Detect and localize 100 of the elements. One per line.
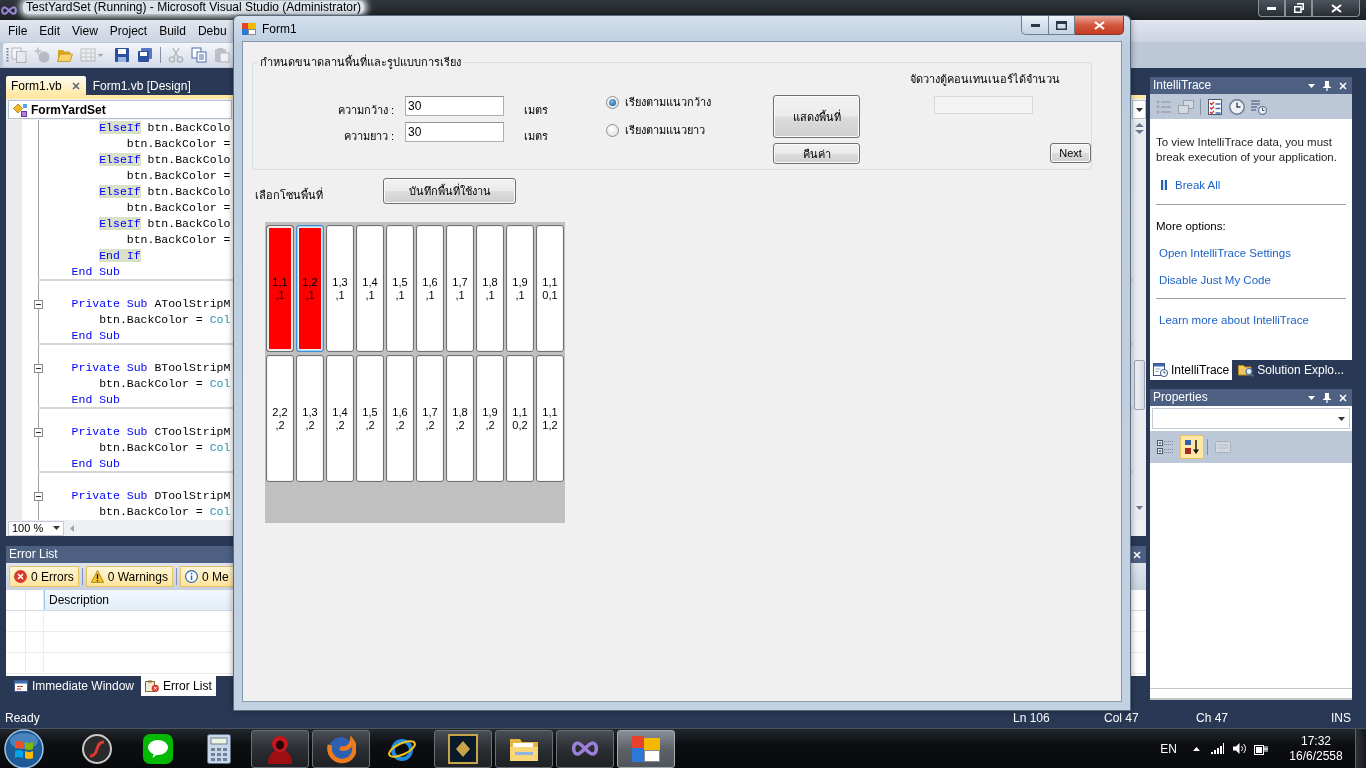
save-all-icon[interactable] bbox=[137, 47, 153, 63]
battery-plug-icon[interactable] bbox=[1254, 742, 1268, 755]
slot-button[interactable]: 1,5,1 bbox=[386, 225, 414, 352]
grip-icon[interactable] bbox=[6, 47, 9, 63]
column-header[interactable]: Description bbox=[44, 590, 232, 610]
panel-tab[interactable]: Solution Explo... bbox=[1235, 360, 1347, 380]
panel-tab[interactable]: Error List bbox=[141, 676, 216, 696]
filter-button[interactable]: 0 Errors bbox=[9, 566, 79, 587]
slot-button[interactable]: 1,6,1 bbox=[416, 225, 444, 352]
code-line: btn.BackColor = Col bbox=[99, 377, 231, 391]
code-line: Private Sub DToolStripM bbox=[71, 489, 231, 503]
slot-button[interactable]: 1,11,2 bbox=[536, 355, 564, 482]
clock-icon[interactable] bbox=[1229, 98, 1245, 115]
globe-icon bbox=[326, 733, 356, 764]
collapse-icon[interactable] bbox=[34, 363, 43, 373]
slot-button[interactable]: 2,2,2 bbox=[266, 355, 294, 482]
code-line: ElseIf btn.BackColo bbox=[99, 153, 231, 167]
save-icon[interactable] bbox=[114, 47, 130, 63]
slot-button[interactable]: 1,7,1 bbox=[446, 225, 474, 352]
splitter-icon[interactable] bbox=[1134, 123, 1144, 134]
collapse-icon[interactable] bbox=[34, 491, 43, 501]
menu-item[interactable]: Edit bbox=[33, 22, 67, 40]
slot-button[interactable]: 1,4,2 bbox=[326, 355, 354, 482]
taskbar-button[interactable] bbox=[312, 729, 370, 768]
caret-icon[interactable] bbox=[1308, 83, 1315, 88]
maximize-button[interactable] bbox=[1048, 16, 1075, 35]
language-indicator[interactable]: EN bbox=[1160, 741, 1177, 756]
minimize-button[interactable] bbox=[1021, 16, 1048, 35]
menu-item[interactable]: File bbox=[2, 22, 34, 40]
zoom-dropdown[interactable]: 100 % bbox=[8, 520, 64, 536]
option-link[interactable]: Open IntelliTrace Settings bbox=[1159, 245, 1291, 261]
show-button[interactable]: แสดงพื้นที่ bbox=[773, 95, 860, 138]
save-button[interactable]: บันทึกพื้นที่ใช้งาน bbox=[383, 178, 516, 204]
panel-title: Error List bbox=[9, 547, 58, 562]
menu-item[interactable]: Project bbox=[103, 22, 154, 40]
menu-item[interactable]: Debu bbox=[191, 22, 233, 40]
scroll-thumb[interactable] bbox=[1133, 360, 1145, 410]
menu-item[interactable]: View bbox=[66, 22, 104, 40]
stack-clock-icon[interactable] bbox=[1251, 98, 1267, 115]
reset-button[interactable]: คืนค่า bbox=[773, 143, 860, 164]
minimize-button[interactable] bbox=[1258, 0, 1285, 17]
radio-option[interactable]: เรียงตามแนวยาว bbox=[606, 122, 705, 138]
slot-button[interactable]: 1,3,1 bbox=[326, 225, 354, 352]
close-icon[interactable] bbox=[71, 81, 80, 90]
slot-button[interactable]: 1,4,1 bbox=[356, 225, 384, 352]
copy-icon[interactable] bbox=[191, 47, 207, 63]
slot-button[interactable]: 1,7,2 bbox=[416, 355, 444, 482]
input-field[interactable]: 30 bbox=[405, 122, 504, 142]
slot-button[interactable]: 1,8,2 bbox=[446, 355, 474, 482]
collapse-icon[interactable] bbox=[34, 427, 43, 437]
slot-button[interactable]: 1,9,2 bbox=[476, 355, 504, 482]
chat-bubble-icon bbox=[143, 733, 173, 764]
show-desktop-button[interactable] bbox=[1355, 728, 1366, 768]
next-button[interactable]: Next bbox=[1050, 143, 1091, 163]
option-link[interactable]: Disable Just My Code bbox=[1159, 272, 1271, 288]
code-line: End Sub bbox=[71, 329, 120, 343]
caret-icon[interactable] bbox=[1308, 395, 1315, 400]
slot-button[interactable]: 1,6,2 bbox=[386, 355, 414, 482]
slot-button[interactable]: 1,8,1 bbox=[476, 225, 504, 352]
arrow-down-icon[interactable] bbox=[1135, 506, 1143, 510]
restore-button[interactable] bbox=[1285, 0, 1312, 17]
slot-button[interactable]: 1,9,1 bbox=[506, 225, 534, 352]
panel-tab[interactable]: Immediate Window bbox=[10, 676, 139, 696]
collapse-icon[interactable] bbox=[34, 299, 43, 309]
pin-icon[interactable] bbox=[1323, 392, 1331, 403]
slot-button[interactable]: 1,10,1 bbox=[536, 225, 564, 352]
sort-icon[interactable] bbox=[1180, 435, 1204, 459]
document-tab[interactable]: Form1.vb [Design] bbox=[87, 76, 197, 95]
checklist-icon[interactable] bbox=[1207, 98, 1223, 115]
document-tab[interactable]: Form1.vb bbox=[6, 76, 86, 95]
filter-button[interactable]: 0 Me bbox=[179, 566, 234, 587]
close-button[interactable] bbox=[1075, 16, 1124, 35]
slot-button[interactable]: 1,5,2 bbox=[356, 355, 384, 482]
slot-button[interactable]: 1,10,2 bbox=[506, 355, 534, 482]
slot-button[interactable]: 1,2,1 bbox=[296, 225, 324, 352]
slot-button[interactable]: 1,1,1 bbox=[266, 225, 294, 352]
close-button[interactable] bbox=[1312, 0, 1360, 17]
signal-icon[interactable] bbox=[1211, 743, 1224, 754]
close-icon bbox=[1093, 20, 1105, 30]
taskbar-button[interactable] bbox=[434, 729, 492, 768]
menu-item[interactable]: Build bbox=[153, 22, 192, 40]
filter-button[interactable]: 0 Warnings bbox=[85, 566, 173, 587]
code-line: ElseIf btn.BackColo bbox=[99, 121, 231, 135]
taskbar-button[interactable] bbox=[617, 729, 675, 768]
panel-tab[interactable]: IntelliTrace bbox=[1150, 360, 1233, 380]
type-dropdown[interactable]: FormYardSet bbox=[8, 100, 232, 119]
member-dropdown[interactable] bbox=[1132, 100, 1146, 119]
taskbar-button[interactable] bbox=[495, 729, 553, 768]
learn-more-link[interactable]: Learn more about IntelliTrace bbox=[1159, 312, 1309, 328]
radio-option[interactable]: เรียงตามแนวกว้าง bbox=[606, 94, 711, 110]
code-line: Private Sub BToolStripM bbox=[71, 361, 231, 375]
input-field[interactable]: 30 bbox=[405, 96, 504, 116]
section-heading: More options: bbox=[1156, 219, 1226, 234]
flag-orb-icon[interactable] bbox=[4, 728, 44, 768]
break-all-link[interactable]: Break All bbox=[1175, 177, 1221, 193]
code-line: Private Sub AToolStripM bbox=[71, 297, 231, 311]
slot-button[interactable]: 1,3,2 bbox=[296, 355, 324, 482]
volume-icon[interactable] bbox=[1233, 743, 1246, 754]
caret-up-icon[interactable] bbox=[1193, 746, 1200, 751]
pin-icon[interactable] bbox=[1323, 80, 1331, 91]
